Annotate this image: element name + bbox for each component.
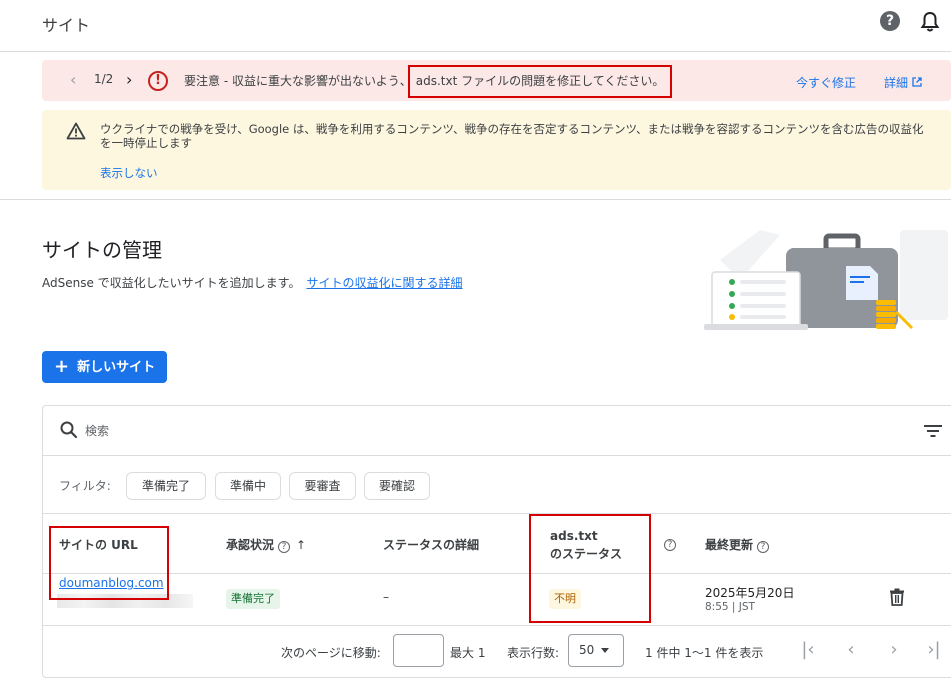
alert-message: 要注意 - 収益に重大な影響が出ないよう、 ads.txt ファイルの問題を修正し… <box>184 65 673 98</box>
warning-icon <box>66 122 86 140</box>
last-updated-date: 2025年5月20日 <box>705 586 795 600</box>
column-header-approval[interactable]: 承認状況? ↑ <box>226 536 306 553</box>
result-count: 1 件中 1〜1 件を表示 <box>645 646 764 660</box>
pagination-footer: 次のページに移動: 最大 1 表示行数: 50 1 件中 1〜1 件を表示 |‹… <box>43 626 951 678</box>
annotation-box-site-url <box>49 526 169 600</box>
rows-per-page-select[interactable]: 50 <box>568 634 624 667</box>
filter-chip-ready[interactable]: 準備完了 <box>126 472 206 500</box>
divider <box>0 199 951 200</box>
open-in-new-icon <box>912 77 922 87</box>
filter-row: フィルタ: 準備完了 準備中 要審査 要確認 <box>43 456 951 514</box>
header-divider <box>43 573 951 574</box>
top-bar: サイト ? <box>0 0 951 52</box>
page-description-text: AdSense で収益化したいサイトを追加します。 <box>42 276 301 290</box>
details-link[interactable]: 詳細 <box>884 74 922 91</box>
filter-label: フィルタ: <box>59 479 111 493</box>
ads-txt-help-icon[interactable]: ? <box>664 539 676 551</box>
rows-per-page-label: 表示行数: <box>507 646 560 660</box>
error-icon: ! <box>148 71 168 91</box>
dismiss-link[interactable]: 表示しない <box>100 165 158 181</box>
column-header-last-updated-label: 最終更新 <box>705 538 754 552</box>
previous-page-icon[interactable]: ‹ <box>840 638 862 662</box>
last-updated-help-icon[interactable]: ? <box>757 541 770 553</box>
page-header-title: サイト <box>42 16 91 35</box>
search-icon <box>60 421 78 439</box>
search-row <box>43 406 951 456</box>
column-header-approval-label: 承認状況 <box>226 538 275 552</box>
column-header-status-detail: ステータスの詳細 <box>383 538 480 552</box>
ads-txt-alert-banner: ‹ 1/2 › ! 要注意 - 収益に重大な影響が出ないよう、 ads.txt フ… <box>42 60 951 101</box>
filter-list-icon[interactable] <box>923 422 943 440</box>
approval-help-icon[interactable]: ? <box>278 541 291 553</box>
filter-chip-needs-review[interactable]: 要審査 <box>289 472 356 500</box>
annotation-box-ads-txt <box>529 514 651 623</box>
help-icon[interactable]: ? <box>880 11 900 31</box>
learn-more-link[interactable]: サイトの収益化に関する詳細 <box>306 276 462 290</box>
new-site-button-label: 新しいサイト <box>77 360 156 375</box>
alert-prev-chevron-icon[interactable]: ‹ <box>70 70 76 89</box>
column-header-last-updated: 最終更新? <box>705 536 770 553</box>
filter-chip-preparing[interactable]: 準備中 <box>215 472 281 500</box>
last-page-icon[interactable]: ›| <box>923 638 945 662</box>
plus-icon: + <box>54 356 70 377</box>
alert-next-chevron-icon[interactable]: › <box>126 70 132 89</box>
page-title: サイトの管理 <box>42 238 162 262</box>
goto-page-label: 次のページに移動: <box>281 646 381 660</box>
dropdown-caret-icon <box>601 648 609 653</box>
ukraine-policy-banner: ウクライナでの戦争を受け、Google は、戦争を利用するコンテンツ、戦争の存在… <box>42 110 951 190</box>
sites-illustration <box>704 230 948 330</box>
filter-chip-needs-attention[interactable]: 要確認 <box>364 472 430 500</box>
notifications-bell-icon[interactable] <box>920 11 940 33</box>
alert-message-text: 要注意 - 収益に重大な影響が出ないよう、 <box>184 74 412 88</box>
new-site-button[interactable]: + 新しいサイト <box>42 351 167 383</box>
first-page-icon[interactable]: |‹ <box>797 638 819 662</box>
last-updated-time: 8:55 | JST <box>705 601 755 613</box>
sort-arrow-up-icon: ↑ <box>296 538 307 552</box>
rows-per-page-value: 50 <box>579 643 595 657</box>
approval-status-badge: 準備完了 <box>226 589 280 609</box>
goto-page-input[interactable] <box>393 634 444 667</box>
next-page-icon[interactable]: › <box>883 638 905 662</box>
fix-now-link[interactable]: 今すぐ修正 <box>796 74 856 91</box>
max-page-label: 最大 1 <box>450 646 486 660</box>
search-input[interactable] <box>85 420 385 442</box>
alert-pager: 1/2 <box>94 72 114 86</box>
policy-message: ウクライナでの戦争を受け、Google は、戦争を利用するコンテンツ、戦争の存在… <box>100 122 924 150</box>
alert-message-highlight: ads.txt ファイルの問題を修正してください。 <box>407 65 673 98</box>
delete-trash-icon[interactable] <box>889 588 905 606</box>
details-link-label: 詳細 <box>884 76 909 90</box>
page-description: AdSense で収益化したいサイトを追加します。 サイトの収益化に関する詳細 <box>42 274 463 291</box>
status-detail-value: – <box>383 590 389 604</box>
sites-table-card: フィルタ: 準備完了 準備中 要審査 要確認 サイトの URL 承認状況?↑ ス… <box>42 405 951 678</box>
